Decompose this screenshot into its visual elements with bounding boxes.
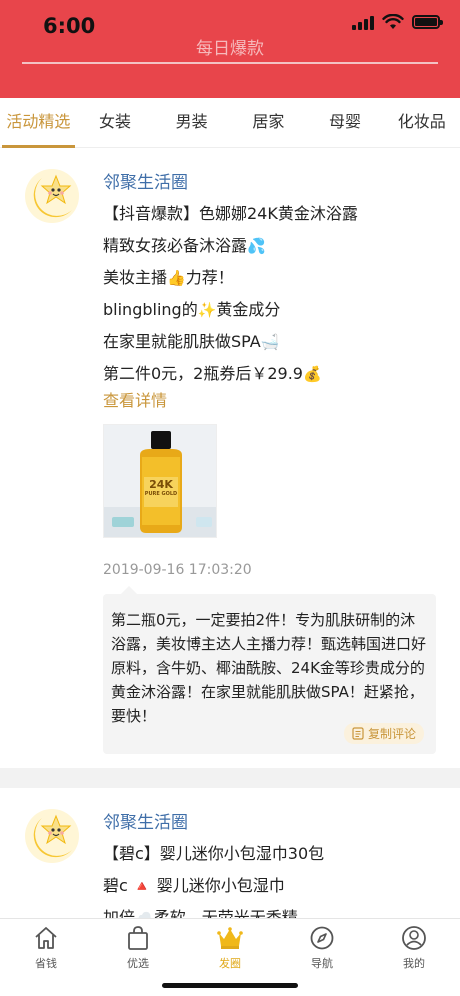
- triangle-icon: 🔺: [132, 877, 152, 895]
- money-bag-icon: 💰: [303, 365, 322, 383]
- category-tabs: 活动精选 女装 男装 居家 母婴 化妆品: [0, 98, 460, 148]
- nav-item-save[interactable]: 省钱: [0, 919, 92, 973]
- nav-label: 优选: [127, 957, 149, 970]
- avatar[interactable]: [22, 166, 82, 226]
- sparkles-icon: ✨: [197, 301, 217, 319]
- bathtub-icon: 🛁: [260, 333, 280, 351]
- tab-cosmetics[interactable]: 化妆品: [383, 98, 460, 148]
- shopping-bag-icon: [128, 926, 148, 950]
- product-image[interactable]: 24K PURE GOLD: [103, 424, 217, 538]
- header-underline: [22, 62, 438, 64]
- nav-item-moments[interactable]: 发圈: [184, 919, 276, 973]
- feed-post: 邻聚生活圈 【碧c】婴儿迷你小包湿巾30包 碧c 🔺 婴儿迷你小包湿巾 加倍☁️…: [0, 788, 460, 918]
- wifi-icon: [382, 14, 404, 29]
- nav-item-select[interactable]: 优选: [92, 919, 184, 973]
- signal-icon: [352, 14, 374, 30]
- post-content: 【抖音爆款】色娜娜24K黄金沐浴露 精致女孩必备沐浴露💦 美妆主播👍力荐！ bl…: [103, 198, 438, 578]
- comment-text: 第二瓶0元，一定要拍2件！专为肌肤研制的沐浴露，美妆博主达人主播力荐！甄选韩国进…: [111, 611, 427, 725]
- product-label: 24K PURE GOLD: [144, 478, 178, 498]
- status-icons: [352, 14, 443, 30]
- water-drops-icon: 💦: [247, 237, 266, 255]
- tab-featured[interactable]: 活动精选: [0, 98, 77, 148]
- nav-item-navigation[interactable]: 导航: [276, 919, 368, 973]
- post-line: blingbling的✨黄金成分: [103, 300, 281, 319]
- user-icon: [402, 926, 426, 950]
- post-line: 加倍☁️柔软，无荧光无香精: [103, 902, 438, 918]
- post-author[interactable]: 邻聚生活圈: [103, 808, 188, 833]
- post-separator: [0, 768, 460, 788]
- nav-label: 省钱: [35, 957, 57, 970]
- home-icon: [35, 927, 57, 949]
- copy-comment-label: 复制评论: [367, 727, 416, 741]
- nav-label: 导航: [311, 957, 333, 970]
- cloud-icon: ☁️: [135, 909, 154, 918]
- home-indicator: [162, 983, 298, 988]
- crown-icon: [217, 927, 243, 949]
- page-title: 每日爆款: [196, 39, 264, 59]
- tab-mens[interactable]: 男装: [153, 98, 230, 148]
- comment-box: 第二瓶0元，一定要拍2件！专为肌肤研制的沐浴露，美妆博主达人主播力荐！甄选韩国进…: [103, 586, 436, 754]
- post-line: 【碧c】婴儿迷你小包湿巾30包: [103, 844, 325, 863]
- feed-post: 邻聚生活圈 【抖音爆款】色娜娜24K黄金沐浴露 精致女孩必备沐浴露💦 美妆主播👍…: [0, 148, 460, 768]
- nav-label: 发圈: [219, 957, 241, 970]
- compass-icon: [310, 926, 334, 950]
- post-line: 精致女孩必备沐浴露💦: [103, 236, 266, 255]
- avatar[interactable]: [22, 806, 82, 866]
- nav-label: 我的: [403, 957, 425, 970]
- copy-icon: [352, 727, 364, 740]
- app-header: 6:00 每日爆款: [0, 0, 460, 98]
- thumbs-up-icon: 👍: [167, 269, 186, 287]
- view-details-link[interactable]: 查看详情: [103, 390, 438, 416]
- post-feed[interactable]: 邻聚生活圈 【抖音爆款】色娜娜24K黄金沐浴露 精致女孩必备沐浴露💦 美妆主播👍…: [0, 148, 460, 918]
- tab-home[interactable]: 居家: [230, 98, 307, 148]
- post-line: 碧c 🔺 婴儿迷你小包湿巾: [103, 876, 285, 895]
- bottom-nav: 省钱 优选 发圈 导航 我的: [0, 918, 460, 996]
- post-timestamp: 2019-09-16 17:03:20: [103, 562, 252, 578]
- tab-baby[interactable]: 母婴: [307, 98, 384, 148]
- post-line: 【抖音爆款】色娜娜24K黄金沐浴露: [103, 204, 358, 223]
- post-line: 美妆主播👍力荐！: [103, 268, 234, 287]
- post-line: 第二件0元，2瓶券后￥29.9💰: [103, 364, 322, 383]
- battery-icon: [412, 15, 443, 29]
- nav-item-mine[interactable]: 我的: [368, 919, 460, 973]
- tab-womens[interactable]: 女装: [77, 98, 154, 148]
- copy-comment-button[interactable]: 复制评论: [343, 723, 424, 744]
- post-line: 在家里就能肌肤做SPA🛁: [103, 332, 280, 351]
- post-author[interactable]: 邻聚生活圈: [103, 168, 188, 193]
- post-content: 【碧c】婴儿迷你小包湿巾30包 碧c 🔺 婴儿迷你小包湿巾 加倍☁️柔软，无荧光…: [103, 838, 438, 918]
